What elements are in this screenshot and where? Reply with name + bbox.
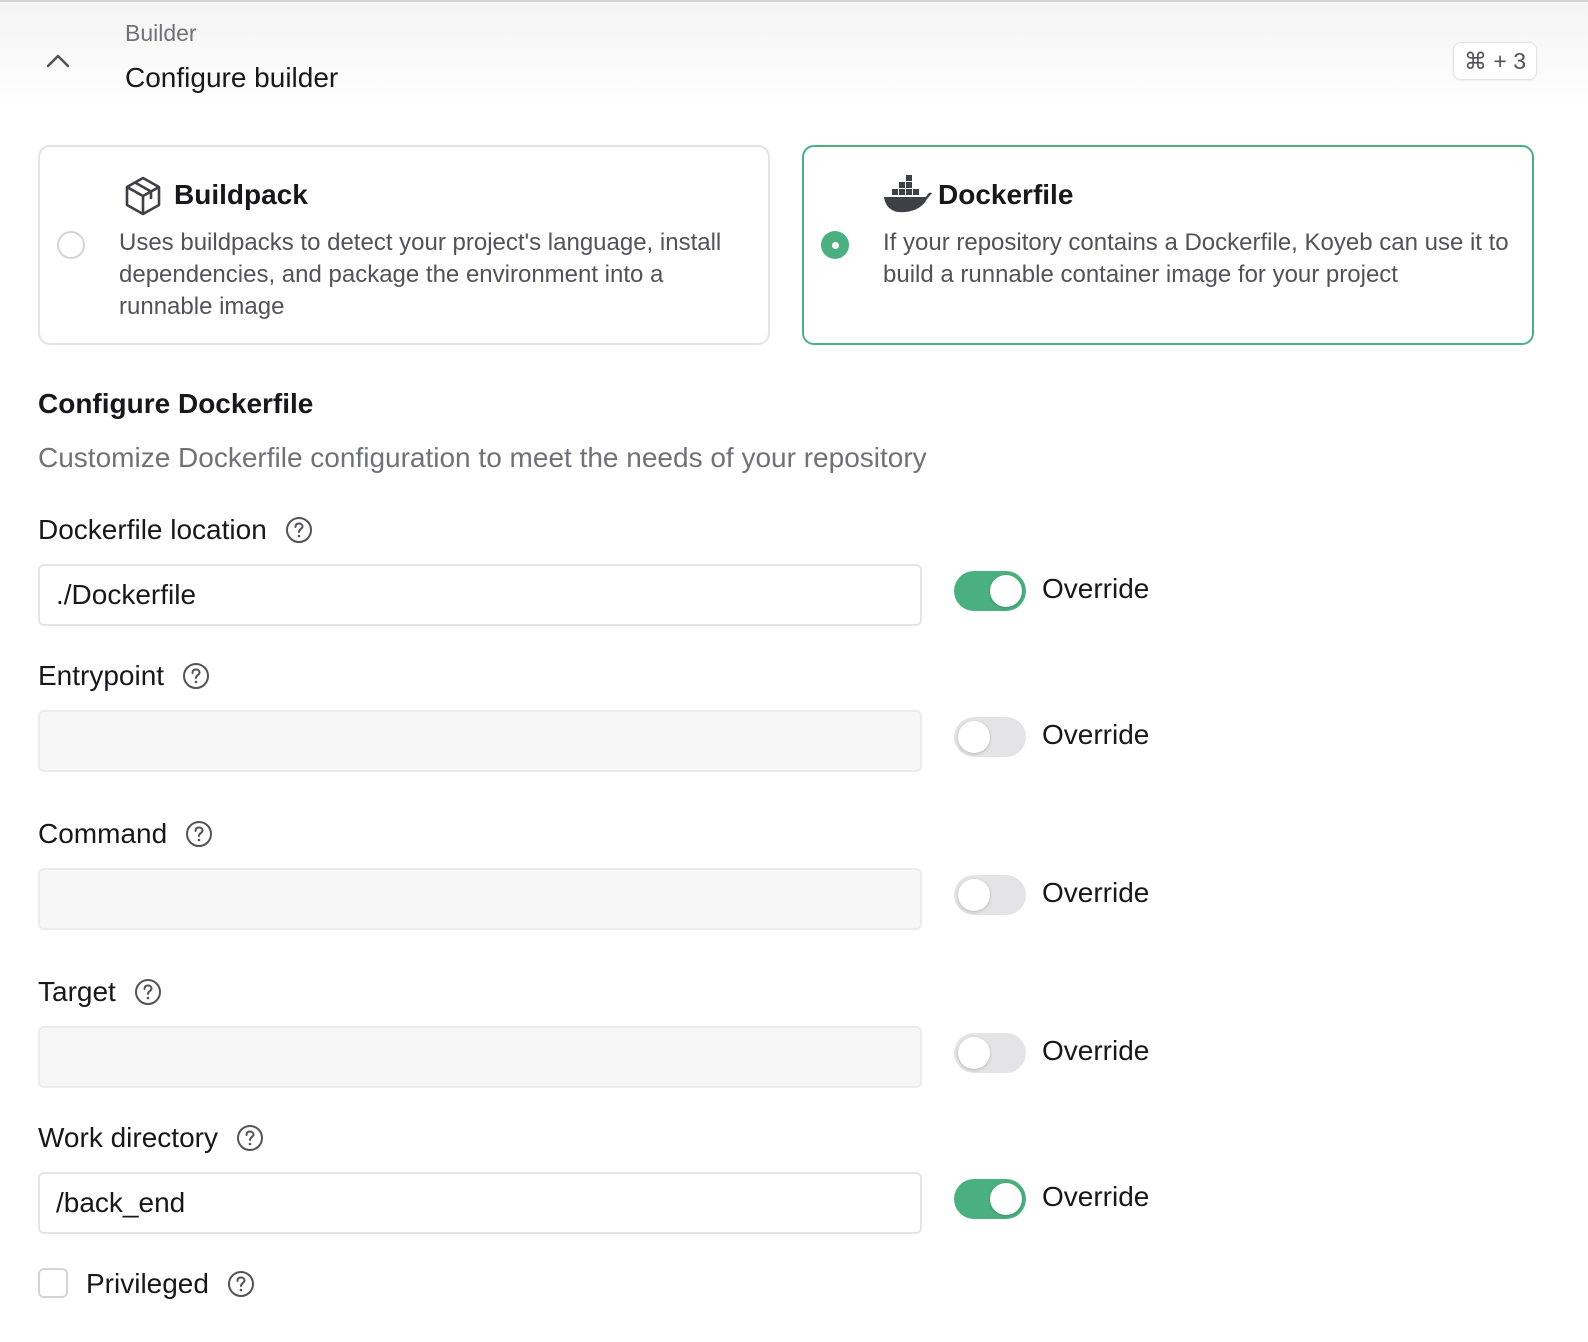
buildpack-title: Buildpack <box>174 179 308 210</box>
package-box-icon <box>125 176 161 216</box>
target-override-toggle[interactable] <box>954 1033 1026 1073</box>
dockerfile-location-label: Dockerfile location <box>38 514 313 546</box>
override-label: Override <box>1042 1035 1150 1066</box>
help-icon[interactable] <box>185 820 213 848</box>
configure-dockerfile-description: Customize Dockerfile configuration to me… <box>38 442 927 473</box>
keyboard-shortcut-badge: ⌘ + 3 <box>1453 42 1538 80</box>
dockerfile-option-card[interactable]: Dockerfile If your repository contains a… <box>802 145 1534 345</box>
configure-dockerfile-title: Configure Dockerfile <box>38 388 314 419</box>
dockerfile-radio[interactable] <box>821 231 849 259</box>
target-input[interactable] <box>38 1026 922 1088</box>
dockerfile-title: Dockerfile <box>938 179 1074 210</box>
help-icon[interactable] <box>182 662 210 690</box>
dockerfile-location-override-toggle[interactable] <box>954 571 1026 611</box>
privileged-label: Privileged <box>86 1268 255 1300</box>
entrypoint-label: Entrypoint <box>38 660 210 692</box>
buildpack-option-card[interactable]: Buildpack Uses buildpacks to detect your… <box>38 145 770 345</box>
command-label: Command <box>38 818 213 850</box>
builder-section-header[interactable]: Builder Configure builder ⌘ + 3 <box>0 0 1588 110</box>
override-label: Override <box>1042 719 1150 750</box>
buildpack-radio[interactable] <box>57 231 85 259</box>
dockerfile-location-label-text: Dockerfile location <box>38 514 267 545</box>
chevron-up-icon[interactable] <box>44 48 72 72</box>
entrypoint-label-text: Entrypoint <box>38 660 165 691</box>
entrypoint-override-toggle[interactable] <box>954 717 1026 757</box>
toggle-knob <box>958 721 990 753</box>
toggle-knob <box>958 1037 990 1069</box>
toggle-knob <box>958 879 990 911</box>
work-directory-label: Work directory <box>38 1122 264 1154</box>
entrypoint-input[interactable] <box>38 710 922 772</box>
buildpack-description: Uses buildpacks to detect your project's… <box>119 229 722 320</box>
command-label-text: Command <box>38 818 168 849</box>
override-label: Override <box>1042 1181 1150 1212</box>
toggle-knob <box>990 1183 1022 1215</box>
section-title: Configure builder <box>125 62 339 93</box>
command-override-toggle[interactable] <box>954 875 1026 915</box>
help-icon[interactable] <box>236 1124 264 1152</box>
target-label: Target <box>38 976 162 1008</box>
toggle-knob <box>990 575 1022 607</box>
target-label-text: Target <box>38 976 116 1007</box>
work-directory-label-text: Work directory <box>38 1122 218 1153</box>
dockerfile-description: If your repository contains a Dockerfile… <box>883 229 1509 288</box>
help-icon[interactable] <box>227 1270 255 1298</box>
work-directory-input[interactable] <box>38 1172 922 1234</box>
help-icon[interactable] <box>285 516 313 544</box>
work-directory-override-toggle[interactable] <box>954 1179 1026 1219</box>
help-icon[interactable] <box>134 978 162 1006</box>
privileged-label-text: Privileged <box>86 1268 209 1299</box>
override-label: Override <box>1042 573 1150 604</box>
dockerfile-location-input[interactable] <box>38 564 922 626</box>
command-input[interactable] <box>38 868 922 930</box>
privileged-checkbox[interactable] <box>38 1268 68 1298</box>
docker-whale-icon <box>884 175 932 213</box>
section-eyebrow: Builder <box>125 20 197 46</box>
override-label: Override <box>1042 877 1150 908</box>
